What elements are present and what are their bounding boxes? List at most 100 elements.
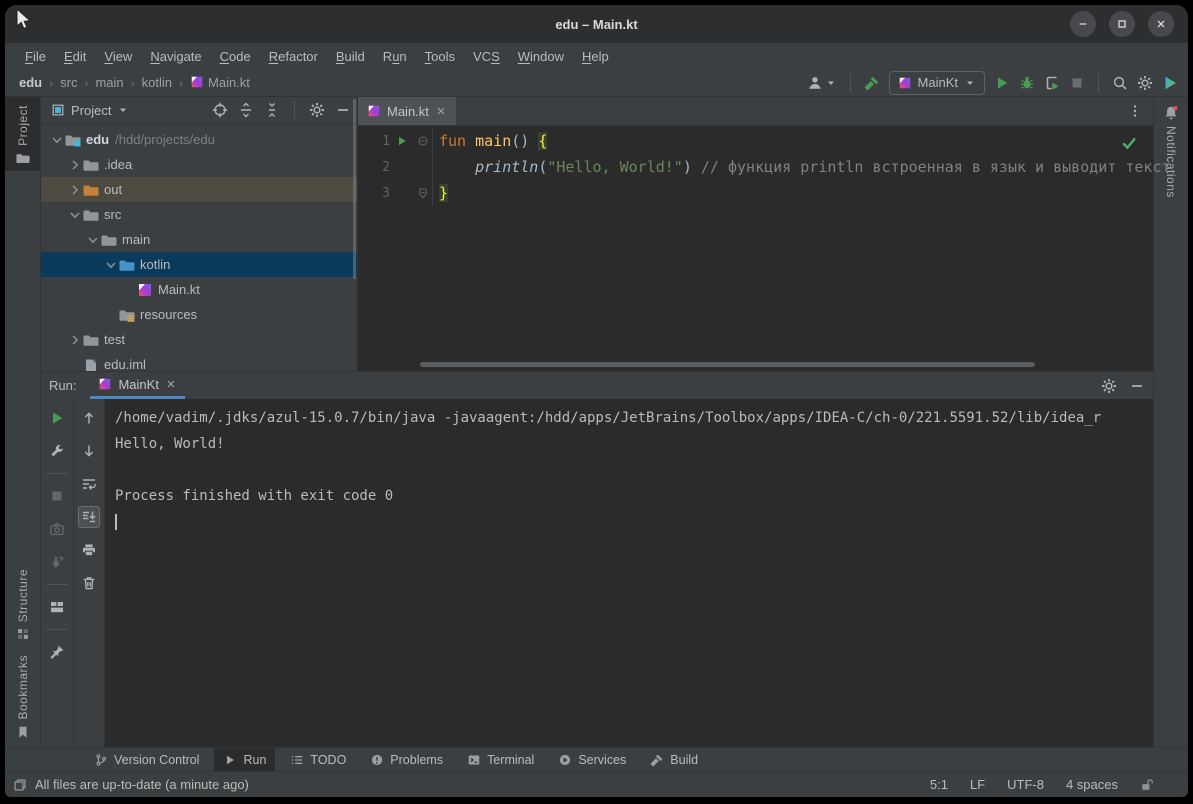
tree-scrollbar[interactable] [353, 99, 356, 279]
run-console[interactable]: /home/vadim/.jdks/azul-15.0.7/bin/java -… [105, 399, 1153, 747]
tool-stripe-notifications[interactable]: Notifications [1154, 97, 1188, 204]
clear-all-button[interactable] [78, 572, 100, 594]
print-button[interactable] [78, 539, 100, 561]
tree-item-test[interactable]: test [41, 327, 357, 352]
code-line-2[interactable]: 2 println("Hello, World!") // функция pr… [358, 154, 1153, 180]
unlock-icon[interactable] [1140, 778, 1154, 792]
tab-close-icon[interactable] [435, 105, 447, 117]
maximize-button[interactable] [1109, 11, 1135, 37]
menu-run[interactable]: Run [375, 46, 415, 67]
gear-icon[interactable] [309, 102, 325, 118]
ide-update-icon[interactable] [1162, 75, 1178, 91]
menu-navigate[interactable]: Navigate [142, 46, 209, 67]
tree-item-edu-iml[interactable]: edu.iml [41, 352, 357, 371]
run-line-icon[interactable] [396, 135, 408, 147]
chevron-right-icon[interactable] [67, 332, 83, 348]
menu-view[interactable]: View [96, 46, 140, 67]
indent[interactable]: 4 spaces [1066, 777, 1118, 792]
fold-marker-icon[interactable] [417, 135, 429, 147]
tool-stripe-project[interactable]: Project [5, 97, 40, 171]
toolwindow-button-run[interactable]: Run [214, 748, 275, 771]
settings-button[interactable] [1137, 75, 1153, 91]
tree-item-main-kt[interactable]: Main.kt [41, 277, 357, 302]
run-tab-mainkt[interactable]: MainKt [90, 372, 184, 399]
tool-stripe-bookmarks[interactable]: Bookmarks [5, 647, 40, 745]
menu-build[interactable]: Build [328, 46, 373, 67]
chevron-down-icon[interactable] [117, 104, 129, 116]
breadcrumb-main-kt[interactable]: Main.kt [190, 75, 250, 90]
expand-all-button[interactable] [238, 102, 254, 118]
menu-refactor[interactable]: Refactor [261, 46, 326, 67]
avatar-button[interactable] [807, 75, 837, 91]
close-button[interactable] [1148, 11, 1174, 37]
run-configuration-select[interactable]: MainKt [889, 71, 985, 95]
code-line-3[interactable]: 3} [358, 180, 1153, 206]
select-opened-file-button[interactable] [212, 102, 228, 118]
debug-button[interactable] [1019, 75, 1035, 91]
chevron-down-icon[interactable] [67, 207, 83, 223]
toolwindow-button-terminal[interactable]: Terminal [458, 748, 543, 771]
next-occurrence-button[interactable] [78, 440, 100, 462]
breadcrumb-kotlin[interactable]: kotlin [142, 75, 172, 90]
chevron-down-icon[interactable] [103, 257, 119, 273]
hide-panel-button[interactable] [335, 102, 351, 118]
run-with-coverage-button[interactable] [1044, 75, 1060, 91]
tab-close-icon[interactable] [165, 378, 177, 390]
prev-occurrence-button[interactable] [78, 407, 100, 429]
breadcrumb-src[interactable]: src [60, 75, 77, 90]
menu-window[interactable]: Window [510, 46, 572, 67]
tree-item-src[interactable]: src [41, 202, 357, 227]
chevron-right-icon[interactable] [67, 182, 83, 198]
status-message: All files are up-to-date (a minute ago) [35, 777, 249, 792]
fold-marker-icon[interactable] [417, 187, 429, 199]
breadcrumb-edu[interactable]: edu [19, 75, 42, 90]
gear-icon[interactable] [1101, 378, 1117, 394]
collapse-all-button[interactable] [264, 102, 280, 118]
scroll-to-end-button[interactable] [78, 506, 100, 528]
editor-horizontal-scrollbar[interactable] [420, 362, 1035, 367]
tool-stripe-structure[interactable]: Structure [5, 561, 40, 647]
project-tree: edu/hdd/projects/edu.ideaoutsrcmainkotli… [41, 124, 357, 371]
search-everywhere-button[interactable] [1112, 75, 1128, 91]
code-line-1[interactable]: 1fun main() { [358, 128, 1153, 154]
toolwindow-button-label: Terminal [487, 753, 534, 767]
tree-item-main[interactable]: main [41, 227, 357, 252]
tab-main-kt[interactable]: Main.kt [358, 97, 456, 125]
menu-help[interactable]: Help [574, 46, 617, 67]
breadcrumb-main[interactable]: main [95, 75, 123, 90]
tree-item-resources[interactable]: resources [41, 302, 357, 327]
menu-code[interactable]: Code [212, 46, 259, 67]
toolwindow-button-version-control[interactable]: Version Control [85, 748, 208, 771]
menu-vcs[interactable]: VCS [465, 46, 508, 67]
code-area[interactable]: 1fun main() {2 println("Hello, World!") … [358, 126, 1153, 371]
menu-file[interactable]: File [17, 46, 54, 67]
soft-wrap-button[interactable] [78, 473, 100, 495]
run-button[interactable] [994, 75, 1010, 91]
toolwindow-button-services[interactable]: Services [549, 748, 635, 771]
menu-edit[interactable]: Edit [56, 46, 94, 67]
pin-tab-button[interactable] [46, 641, 68, 663]
tree-item-edu[interactable]: edu/hdd/projects/edu [41, 127, 357, 152]
chevron-right-icon[interactable] [67, 157, 83, 173]
tree-item-out[interactable]: out [41, 177, 357, 202]
menu-tools[interactable]: Tools [417, 46, 463, 67]
toolwindow-button-build[interactable]: Build [641, 748, 707, 771]
tab-options-button[interactable] [1117, 97, 1153, 125]
minimize-button[interactable] [1070, 11, 1096, 37]
chevron-down-icon[interactable] [49, 132, 65, 148]
rerun-button[interactable] [46, 407, 68, 429]
caret-position[interactable]: 5:1 [930, 777, 948, 792]
build-project-button[interactable] [864, 75, 880, 91]
tree-item-idea[interactable]: .idea [41, 152, 357, 177]
restore-layout-button[interactable] [46, 596, 68, 618]
chevron-down-icon[interactable] [85, 232, 101, 248]
inspections-ok-icon[interactable] [1121, 135, 1137, 151]
hide-panel-button[interactable] [1129, 378, 1145, 394]
edit-configuration-button[interactable] [46, 440, 68, 462]
toolwindow-button-todo[interactable]: TODO [281, 748, 355, 771]
tree-item-kotlin[interactable]: kotlin [41, 252, 357, 277]
toolwindow-button-problems[interactable]: Problems [361, 748, 452, 771]
files-status-icon[interactable] [13, 778, 27, 792]
encoding[interactable]: UTF-8 [1007, 777, 1044, 792]
line-ending[interactable]: LF [970, 777, 985, 792]
